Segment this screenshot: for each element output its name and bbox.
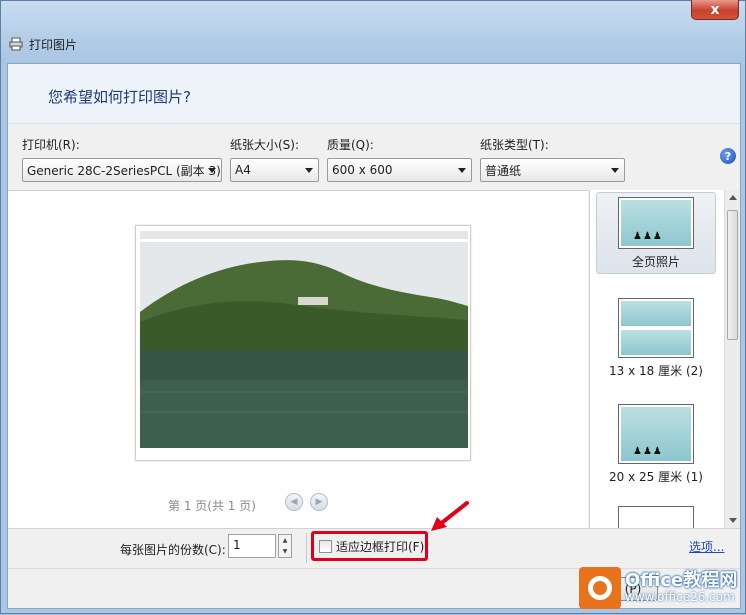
printer-icon xyxy=(9,37,23,51)
page-indicator: 第 1 页(共 1 页) xyxy=(168,499,256,513)
chevron-down-icon xyxy=(611,168,619,173)
chevron-up-icon[interactable]: ▲ xyxy=(279,535,291,546)
page-title: 您希望如何打印图片? xyxy=(48,88,191,106)
chevron-down-icon xyxy=(305,168,313,173)
scroll-thumb[interactable] xyxy=(727,210,738,340)
copies-input[interactable]: 1 xyxy=(228,534,276,558)
fit-to-frame-highlight: 适应边框打印(F) xyxy=(311,531,428,561)
chevron-down-icon xyxy=(458,168,466,173)
previous-page-button[interactable]: ◀ xyxy=(285,493,303,511)
layout-label: 20 x 25 厘米 (1) xyxy=(609,470,703,484)
title-bar: 打印图片 xyxy=(9,35,77,53)
lake-photo xyxy=(140,242,468,448)
options-link[interactable]: 选项... xyxy=(689,538,724,555)
paper-type-label: 纸张类型(T): xyxy=(480,138,549,152)
paper-size-select[interactable]: A4 xyxy=(230,158,319,182)
layout-item-full-page[interactable]: ♟♟♟ 全页照片 xyxy=(596,192,716,274)
chevron-down-icon[interactable]: ▼ xyxy=(279,546,291,557)
scroll-down-icon[interactable] xyxy=(729,518,737,523)
close-button[interactable]: x xyxy=(691,0,739,20)
fit-to-frame-checkbox[interactable] xyxy=(319,539,332,553)
window-title: 打印图片 xyxy=(29,37,78,52)
layout-scrollbar[interactable] xyxy=(724,190,740,528)
quality-select[interactable]: 600 x 600 xyxy=(327,158,472,182)
watermark: Office教程网 www.office26.com xyxy=(579,561,746,615)
printer-label: 打印机(R): xyxy=(22,138,80,152)
printer-select[interactable]: Generic 28C-2SeriesPCL (副本 3) xyxy=(22,158,222,182)
people-icon: ♟♟♟ xyxy=(633,231,663,242)
fit-to-frame-label[interactable]: 适应边框打印(F) xyxy=(336,538,424,555)
help-icon[interactable]: ? xyxy=(720,148,736,164)
chevron-right-icon: ▶ xyxy=(315,497,323,507)
layout-thumbnail xyxy=(618,506,694,528)
layout-item-partial[interactable] xyxy=(596,502,716,528)
paper-size-label: 纸张大小(S): xyxy=(230,138,300,152)
office-logo-icon xyxy=(579,567,621,609)
page-margin-strip xyxy=(140,231,468,239)
layout-label: 全页照片 xyxy=(631,255,680,269)
preview-pane: 第 1 页(共 1 页) ◀ ▶ xyxy=(8,190,588,528)
chevron-down-icon xyxy=(208,168,216,173)
layout-thumbnail: ♟♟♟ xyxy=(618,197,694,249)
layout-item-13x18[interactable]: 13 x 18 厘米 (2) xyxy=(596,294,716,384)
watermark-url: www.office26.com xyxy=(625,590,735,605)
watermark-brand: Office教程网 xyxy=(625,570,738,592)
red-arrow-icon xyxy=(431,501,469,531)
layout-label: 13 x 18 厘米 (2) xyxy=(609,364,703,378)
dialog-client: 您希望如何打印图片? 打印机(R): Generic 28C-2SeriesPC… xyxy=(7,63,741,609)
next-page-button[interactable]: ▶ xyxy=(310,493,328,511)
layout-thumbnail: ♟♟♟ xyxy=(618,404,694,464)
divider xyxy=(306,533,307,563)
copies-label: 每张图片的份数(C): xyxy=(120,543,226,557)
printer-value: Generic 28C-2SeriesPCL (副本 3) xyxy=(27,163,221,178)
quality-value: 600 x 600 xyxy=(332,163,393,177)
close-icon: x xyxy=(710,1,720,18)
scroll-up-icon[interactable] xyxy=(729,195,737,200)
chevron-left-icon: ◀ xyxy=(290,497,298,507)
people-icon: ♟♟♟ xyxy=(633,446,663,457)
copies-stepper[interactable]: ▲ ▼ xyxy=(278,534,292,558)
quality-label: 质量(Q): xyxy=(327,138,374,152)
print-pictures-window: x 打印图片 您希望如何打印图片? 打印机(R): Generic 28C-2S… xyxy=(0,0,746,614)
print-preview-page xyxy=(135,225,471,461)
heading-area: 您希望如何打印图片? xyxy=(8,64,740,124)
layout-list: ♟♟♟ 全页照片 13 x 18 厘米 (2) ♟♟♟ 20 x 25 厘米 (… xyxy=(589,190,724,528)
print-settings-row: 打印机(R): Generic 28C-2SeriesPCL (副本 3) 纸张… xyxy=(8,124,740,189)
paper-type-value: 普通纸 xyxy=(485,163,522,178)
preview-photo xyxy=(140,242,468,448)
layout-thumbnail xyxy=(618,298,694,358)
paper-type-select[interactable]: 普通纸 xyxy=(480,158,625,182)
layout-item-20x25[interactable]: ♟♟♟ 20 x 25 厘米 (1) xyxy=(596,400,716,490)
paper-size-value: A4 xyxy=(235,163,251,177)
